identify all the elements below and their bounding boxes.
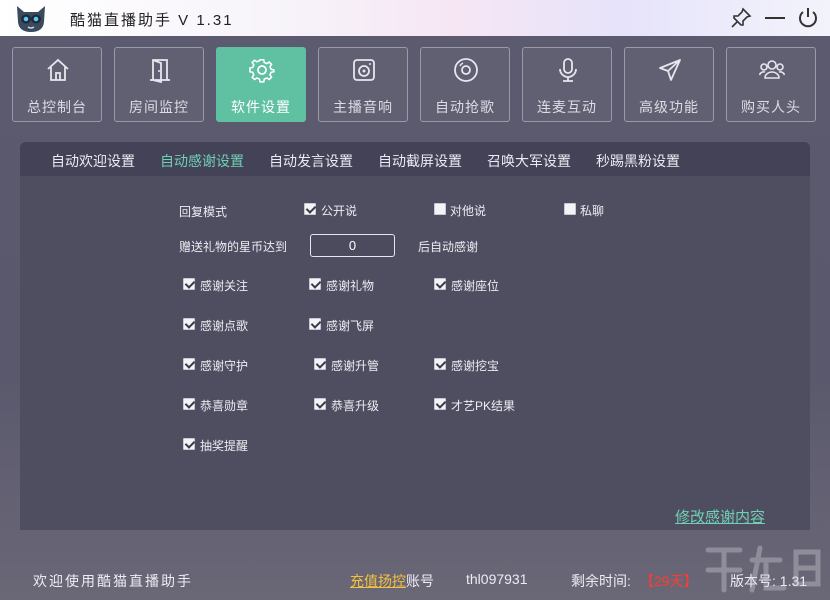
module-label: 总控制台 bbox=[13, 97, 101, 117]
module-buy-audience[interactable]: 购买人头 bbox=[726, 47, 816, 122]
modify-thanks-content-link[interactable]: 修改感谢内容 bbox=[675, 506, 765, 527]
thanks-treasure-label: 感谢挖宝 bbox=[451, 357, 499, 374]
module-mic-interaction[interactable]: 连麦互动 bbox=[522, 47, 612, 122]
title-bar: 酷猫直播助手 V 1.31 bbox=[0, 0, 830, 36]
module-label: 自动抢歌 bbox=[421, 97, 509, 117]
speaker-icon bbox=[351, 57, 377, 83]
tab-kick-haters[interactable]: 秒踢黑粉设置 bbox=[596, 151, 680, 171]
module-label: 连麦互动 bbox=[523, 97, 611, 117]
congrats-medal-checkbox[interactable] bbox=[183, 398, 195, 410]
thanks-promote-admin-label: 感谢升管 bbox=[331, 357, 379, 374]
gear-icon bbox=[249, 57, 275, 83]
minimize-icon[interactable] bbox=[763, 6, 787, 30]
pin-icon[interactable] bbox=[729, 6, 753, 30]
gift-threshold-suffix: 后自动感谢 bbox=[418, 238, 478, 255]
cat-logo-icon bbox=[14, 2, 48, 34]
recharge-link[interactable]: 充值扬控 bbox=[350, 573, 406, 589]
watermark-logo-icon bbox=[700, 540, 825, 598]
module-auto-grab-song[interactable]: 自动抢歌 bbox=[420, 47, 510, 122]
thanks-fly-screen-label: 感谢飞屏 bbox=[326, 317, 374, 334]
thanks-treasure-checkbox[interactable] bbox=[434, 358, 446, 370]
congrats-level-up-checkbox[interactable] bbox=[314, 398, 326, 410]
module-advanced[interactable]: 高级功能 bbox=[624, 47, 714, 122]
thanks-follow-checkbox[interactable] bbox=[183, 278, 195, 290]
microphone-icon bbox=[555, 57, 581, 83]
talent-pk-result-label: 才艺PK结果 bbox=[451, 397, 515, 414]
lottery-reminder-label: 抽奖提醒 bbox=[200, 437, 248, 454]
lottery-reminder-checkbox[interactable] bbox=[183, 438, 195, 450]
gift-threshold-input[interactable] bbox=[310, 234, 395, 257]
account-value: thl097931 bbox=[466, 571, 528, 587]
reply-mode-label: 回复模式 bbox=[179, 203, 227, 220]
module-label: 软件设置 bbox=[217, 97, 305, 117]
tab-summon-army[interactable]: 召唤大军设置 bbox=[487, 151, 571, 171]
thanks-guard-checkbox[interactable] bbox=[183, 358, 195, 370]
module-anchor-audio[interactable]: 主播音响 bbox=[318, 47, 408, 122]
power-icon[interactable] bbox=[796, 6, 820, 30]
welcome-text: 欢迎使用酷猫直播助手 bbox=[33, 571, 193, 591]
group-icon bbox=[759, 57, 785, 83]
congrats-level-up-label: 恭喜升级 bbox=[331, 397, 379, 414]
reply-public-label: 公开说 bbox=[321, 202, 357, 219]
tab-auto-thanks[interactable]: 自动感谢设置 bbox=[160, 151, 244, 171]
gift-threshold-label: 赠送礼物的星币达到 bbox=[179, 238, 287, 255]
tab-auto-speak[interactable]: 自动发言设置 bbox=[269, 151, 353, 171]
module-label: 房间监控 bbox=[115, 97, 203, 117]
module-settings[interactable]: 软件设置 bbox=[216, 47, 306, 122]
subtab-bar: 自动欢迎设置 自动感谢设置 自动发言设置 自动截屏设置 召唤大军设置 秒踢黑粉设… bbox=[20, 142, 810, 176]
congrats-medal-label: 恭喜勋章 bbox=[200, 397, 248, 414]
settings-card: 自动欢迎设置 自动感谢设置 自动发言设置 自动截屏设置 召唤大军设置 秒踢黑粉设… bbox=[20, 142, 810, 530]
thanks-guard-label: 感谢守护 bbox=[200, 357, 248, 374]
module-label: 主播音响 bbox=[319, 97, 407, 117]
home-icon bbox=[45, 57, 71, 83]
reply-private-checkbox[interactable] bbox=[564, 203, 576, 215]
remaining-time-label: 剩余时间: bbox=[571, 571, 631, 591]
module-label: 购买人头 bbox=[727, 97, 815, 117]
disc-icon bbox=[453, 57, 479, 83]
reply-public-checkbox[interactable] bbox=[304, 203, 316, 215]
thanks-gift-checkbox[interactable] bbox=[309, 278, 321, 290]
door-icon bbox=[147, 57, 173, 83]
module-console[interactable]: 总控制台 bbox=[12, 47, 102, 122]
thanks-song-request-label: 感谢点歌 bbox=[200, 317, 248, 334]
send-icon bbox=[657, 57, 683, 83]
thanks-gift-label: 感谢礼物 bbox=[326, 277, 374, 294]
thanks-seat-checkbox[interactable] bbox=[434, 278, 446, 290]
module-room-monitor[interactable]: 房间监控 bbox=[114, 47, 204, 122]
remaining-time-value: 【29天】 bbox=[640, 571, 698, 591]
reply-private-label: 私聊 bbox=[580, 202, 604, 219]
module-label: 高级功能 bbox=[625, 97, 713, 117]
tab-auto-welcome[interactable]: 自动欢迎设置 bbox=[51, 151, 135, 171]
account-label: 账号 bbox=[406, 573, 434, 589]
tab-auto-screenshot[interactable]: 自动截屏设置 bbox=[378, 151, 462, 171]
reply-to-him-label: 对他说 bbox=[450, 202, 486, 219]
thanks-promote-admin-checkbox[interactable] bbox=[314, 358, 326, 370]
talent-pk-result-checkbox[interactable] bbox=[434, 398, 446, 410]
thanks-fly-screen-checkbox[interactable] bbox=[309, 318, 321, 330]
reply-to-him-checkbox[interactable] bbox=[434, 203, 446, 215]
thanks-song-request-checkbox[interactable] bbox=[183, 318, 195, 330]
thanks-seat-label: 感谢座位 bbox=[451, 277, 499, 294]
thanks-follow-label: 感谢关注 bbox=[200, 277, 248, 294]
app-title: 酷猫直播助手 V 1.31 bbox=[70, 9, 234, 30]
